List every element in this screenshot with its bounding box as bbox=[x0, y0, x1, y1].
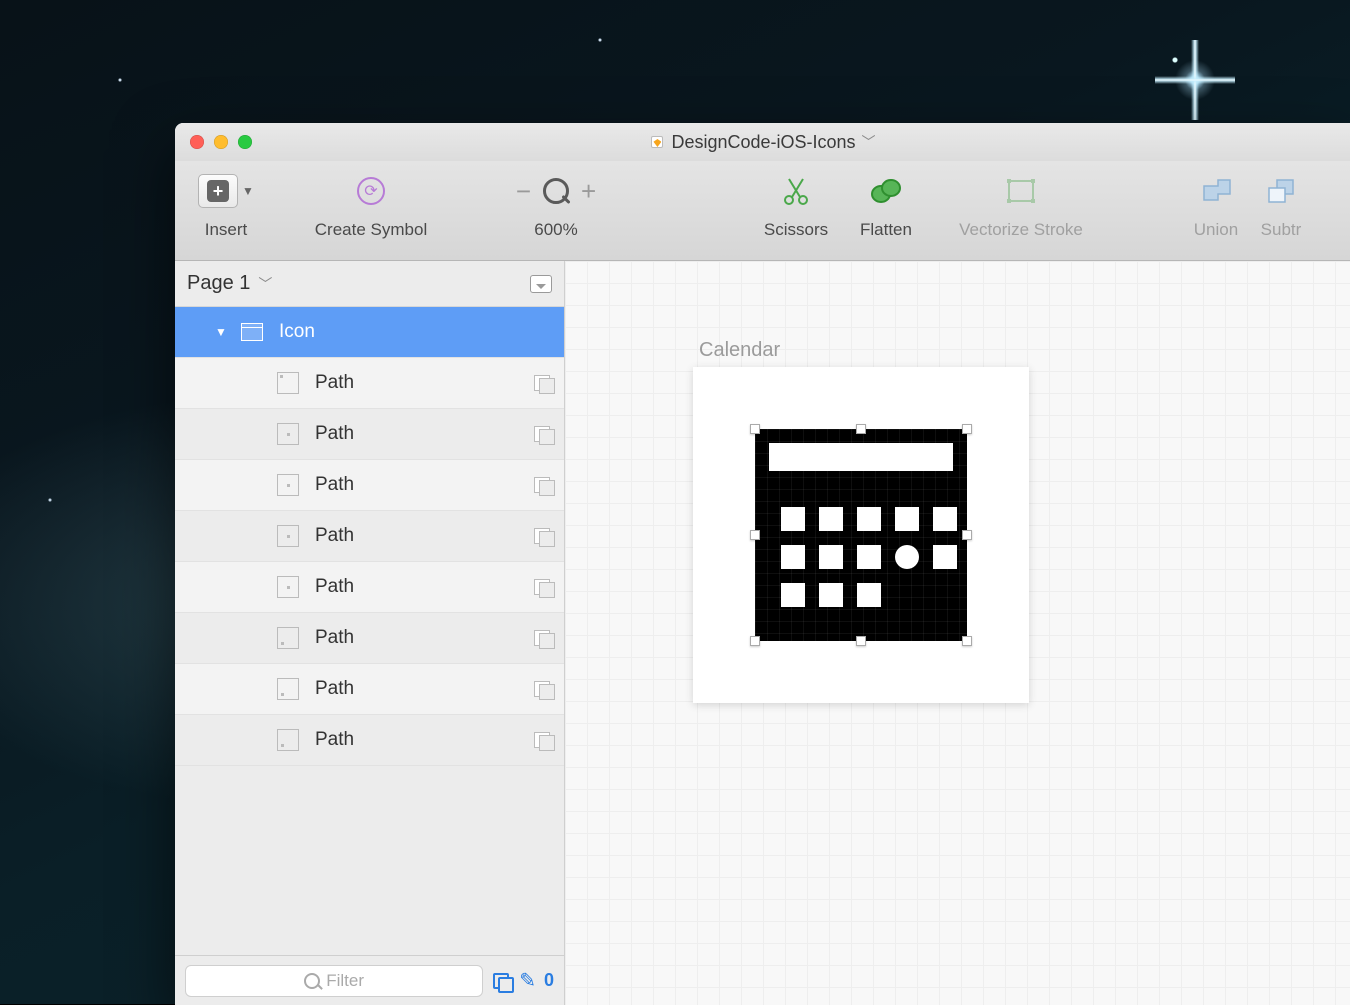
close-window-button[interactable] bbox=[190, 135, 204, 149]
page-name: Page 1 bbox=[187, 272, 250, 295]
calendar-icon-shape[interactable] bbox=[755, 429, 967, 641]
mask-indicator-icon bbox=[534, 528, 554, 544]
layer-name: Path bbox=[315, 423, 354, 445]
subtract-tool[interactable]: Subtr bbox=[1251, 167, 1311, 245]
layer-name: Path bbox=[315, 474, 354, 496]
slice-count: 0 bbox=[544, 970, 554, 991]
selection-handle[interactable] bbox=[856, 636, 866, 646]
insert-label: Insert bbox=[205, 215, 248, 245]
magnifier-icon bbox=[541, 176, 571, 206]
scissors-tool[interactable]: Scissors bbox=[751, 167, 841, 245]
flatten-tool[interactable]: Flatten bbox=[841, 167, 931, 245]
vectorize-label: Vectorize Stroke bbox=[959, 215, 1083, 245]
shape-icon bbox=[275, 576, 301, 598]
layer-path[interactable]: Path bbox=[175, 613, 564, 664]
mask-indicator-icon bbox=[534, 630, 554, 646]
layer-name: Path bbox=[315, 678, 354, 700]
shape-icon bbox=[275, 372, 301, 394]
scissors-icon bbox=[781, 167, 811, 215]
scissors-label: Scissors bbox=[764, 215, 828, 245]
layers-sidebar: Page 1 ﹀ ▼ Icon Path Path bbox=[175, 261, 565, 1005]
create-symbol-label: Create Symbol bbox=[315, 215, 427, 245]
disclosure-triangle[interactable]: ▼ bbox=[215, 325, 233, 339]
layer-name: Path bbox=[315, 525, 354, 547]
layer-name: Path bbox=[315, 729, 354, 751]
layer-name: Path bbox=[315, 627, 354, 649]
document-title-text: DesignCode-iOS-Icons bbox=[671, 132, 855, 153]
page-selector[interactable]: Page 1 ﹀ bbox=[175, 261, 564, 307]
layer-path[interactable]: Path bbox=[175, 664, 564, 715]
layer-path[interactable]: Path bbox=[175, 715, 564, 766]
layer-path[interactable]: Path bbox=[175, 460, 564, 511]
window-controls bbox=[175, 135, 252, 149]
mask-indicator-icon bbox=[534, 732, 554, 748]
search-icon bbox=[304, 973, 320, 989]
zoom-window-button[interactable] bbox=[238, 135, 252, 149]
filter-input[interactable]: Filter bbox=[185, 965, 483, 997]
subtract-icon bbox=[1265, 167, 1297, 215]
artboard-label[interactable]: Calendar bbox=[699, 339, 780, 362]
union-icon bbox=[1200, 167, 1232, 215]
selection-handle[interactable] bbox=[750, 424, 760, 434]
selection-handle[interactable] bbox=[750, 636, 760, 646]
app-window: DesignCode-iOS-Icons ﹀ +▼ Insert ⟳ Creat… bbox=[175, 123, 1350, 1005]
selection-handle[interactable] bbox=[856, 424, 866, 434]
shape-icon bbox=[275, 729, 301, 751]
selection-handle[interactable] bbox=[962, 636, 972, 646]
layer-path[interactable]: Path bbox=[175, 358, 564, 409]
window-body: Page 1 ﹀ ▼ Icon Path Path bbox=[175, 261, 1350, 1005]
titlebar: DesignCode-iOS-Icons ﹀ bbox=[175, 123, 1350, 161]
mask-indicator-icon bbox=[534, 579, 554, 595]
zoom-level: 600% bbox=[534, 215, 577, 245]
pages-panel-toggle[interactable] bbox=[530, 275, 552, 293]
selection-handle[interactable] bbox=[962, 530, 972, 540]
vectorize-stroke-icon bbox=[1004, 167, 1038, 215]
vectorize-stroke-tool[interactable]: Vectorize Stroke bbox=[931, 167, 1111, 245]
minimize-window-button[interactable] bbox=[214, 135, 228, 149]
layer-name: Path bbox=[315, 372, 354, 394]
flatten-icon bbox=[869, 167, 903, 215]
selection-handle[interactable] bbox=[962, 424, 972, 434]
zoom-control[interactable]: −+ 600% bbox=[471, 167, 641, 245]
mask-indicator-icon bbox=[534, 375, 554, 391]
shape-icon bbox=[275, 627, 301, 649]
filter-placeholder: Filter bbox=[326, 971, 364, 991]
slices-filter-icon[interactable] bbox=[493, 973, 511, 989]
create-symbol-tool[interactable]: ⟳ Create Symbol bbox=[271, 167, 471, 245]
chevron-down-icon: ﹀ bbox=[258, 274, 272, 294]
shape-icon bbox=[275, 423, 301, 445]
flatten-label: Flatten bbox=[860, 215, 912, 245]
selection-handle[interactable] bbox=[750, 530, 760, 540]
union-tool[interactable]: Union bbox=[1181, 167, 1251, 245]
layer-path[interactable]: Path bbox=[175, 511, 564, 562]
layer-artboard-icon[interactable]: ▼ Icon bbox=[175, 307, 564, 358]
exportable-filter-icon[interactable]: ✎ bbox=[519, 968, 536, 993]
shape-icon bbox=[275, 678, 301, 700]
mask-indicator-icon bbox=[534, 477, 554, 493]
canvas[interactable]: Calendar bbox=[565, 261, 1350, 1005]
window-title: DesignCode-iOS-Icons ﹀ bbox=[175, 132, 1350, 153]
insert-tool[interactable]: +▼ Insert bbox=[181, 167, 271, 245]
toolbar: +▼ Insert ⟳ Create Symbol −+ 600% Scisso… bbox=[175, 161, 1350, 261]
union-label: Union bbox=[1194, 215, 1238, 245]
layer-name: Icon bbox=[279, 321, 315, 343]
layer-path[interactable]: Path bbox=[175, 562, 564, 613]
mask-indicator-icon bbox=[534, 426, 554, 442]
title-dropdown-indicator: ﹀ bbox=[862, 132, 876, 152]
artboard-icon bbox=[239, 321, 265, 343]
document-proxy-icon bbox=[649, 134, 665, 150]
shape-icon bbox=[275, 474, 301, 496]
shape-icon bbox=[275, 525, 301, 547]
layer-list: ▼ Icon Path Path Path bbox=[175, 307, 564, 955]
layer-path[interactable]: Path bbox=[175, 409, 564, 460]
layer-name: Path bbox=[315, 576, 354, 598]
mask-indicator-icon bbox=[534, 681, 554, 697]
subtract-label: Subtr bbox=[1261, 215, 1302, 245]
sidebar-footer: Filter ✎ 0 bbox=[175, 955, 564, 1005]
